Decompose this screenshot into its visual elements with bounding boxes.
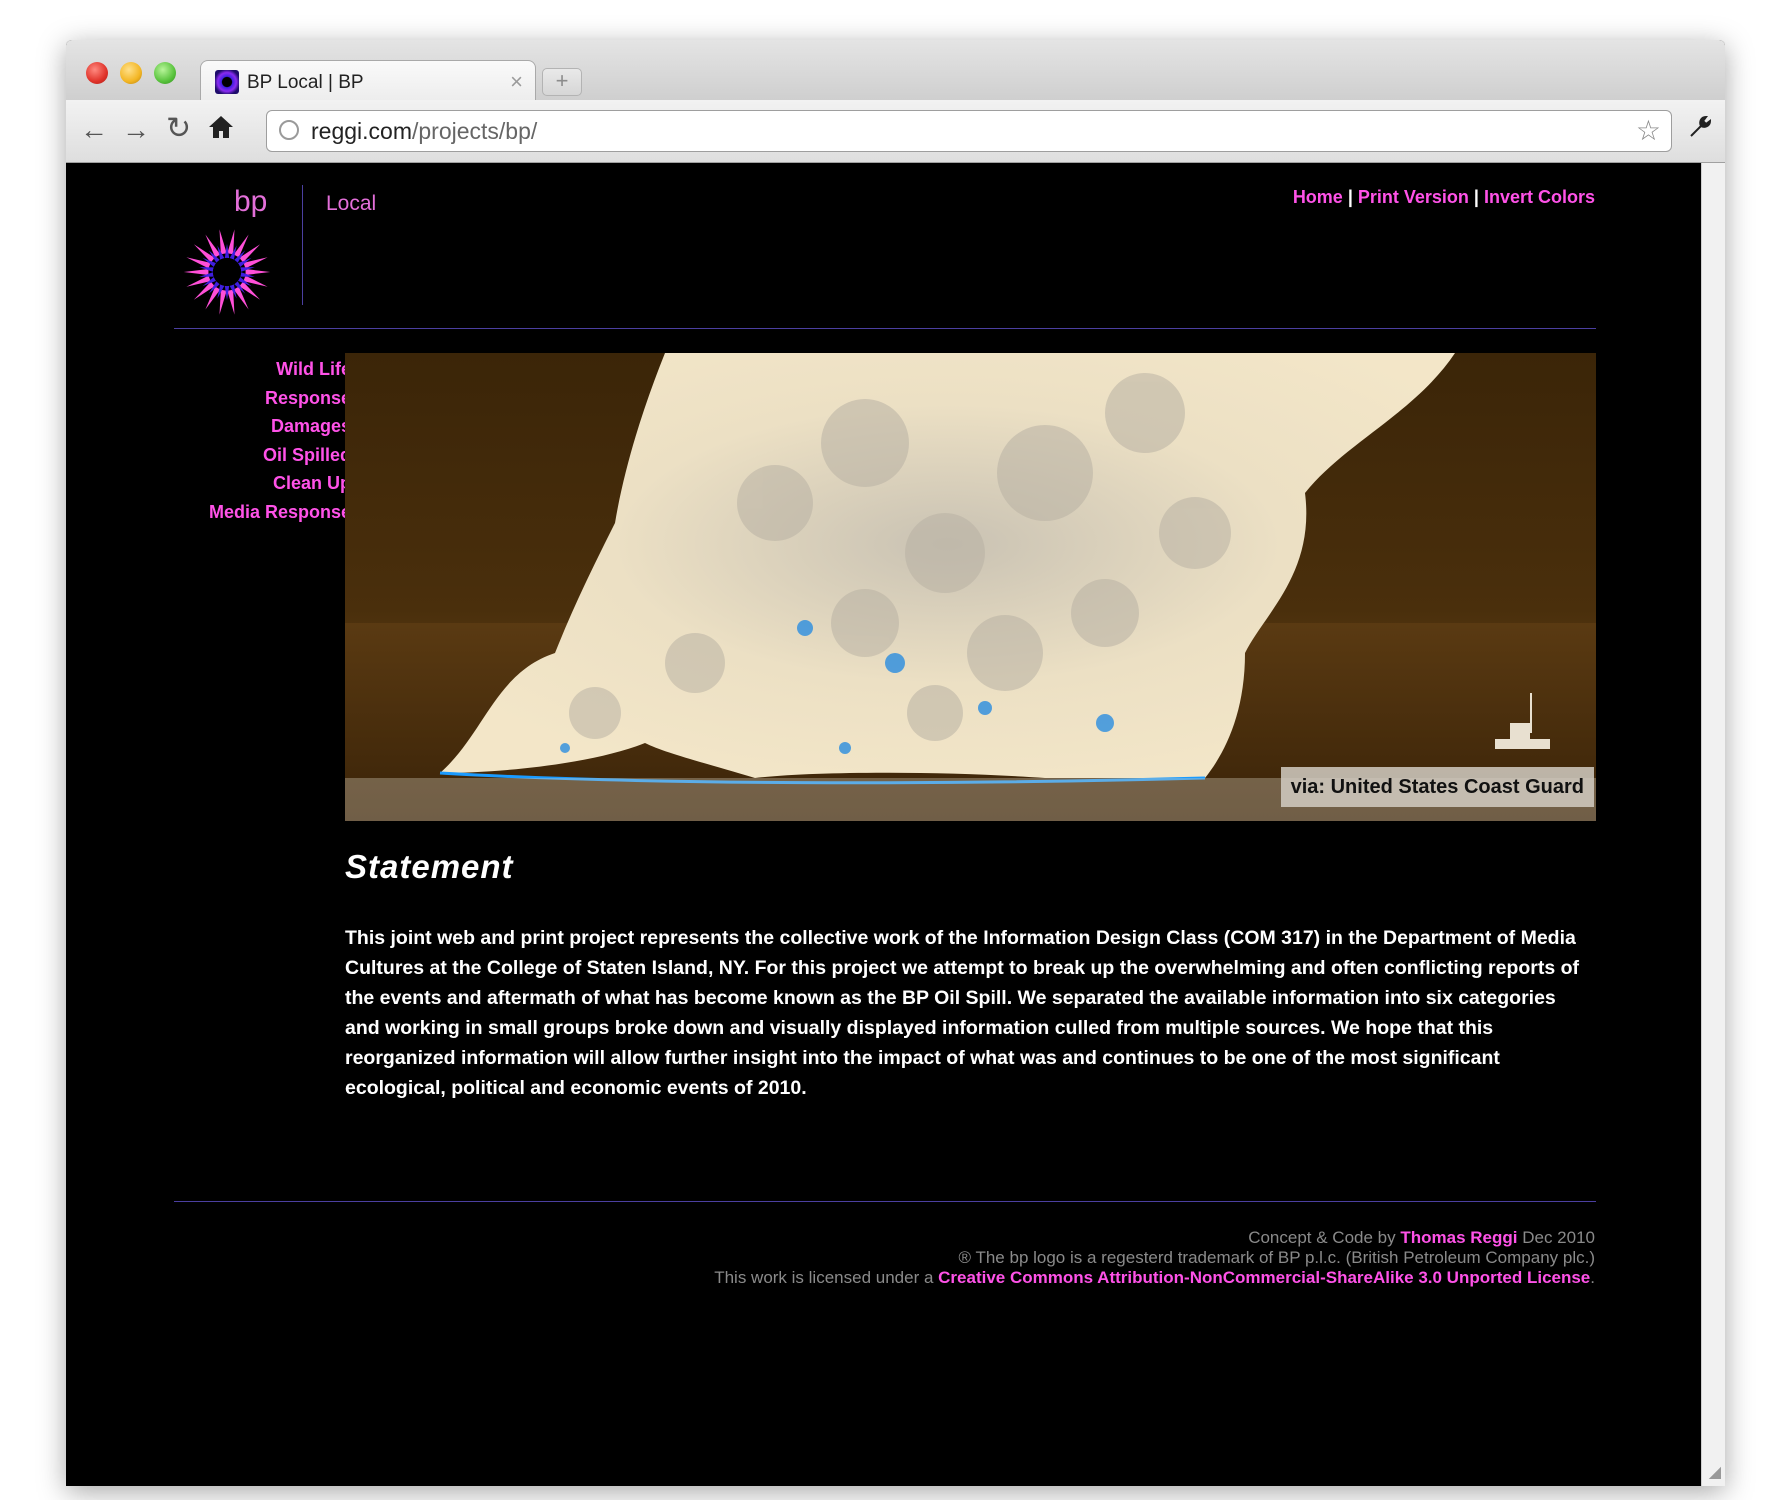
bookmark-star-icon[interactable]: ☆	[1636, 114, 1661, 147]
close-window-button[interactable]	[86, 62, 108, 84]
footer: Concept & Code by Thomas Reggi Dec 2010 …	[395, 1228, 1595, 1288]
logo-petal	[227, 289, 235, 315]
nav-separator: |	[1473, 187, 1479, 207]
logo-petal	[219, 289, 227, 315]
forward-arrow-icon[interactable]: →	[122, 114, 150, 146]
logo-petal	[243, 275, 268, 287]
wrench-icon[interactable]	[1687, 114, 1713, 147]
sidebar-item-clean-up[interactable]: Clean Up	[174, 469, 351, 498]
minimize-window-button[interactable]	[120, 62, 142, 84]
reload-icon[interactable]: ↻	[166, 111, 191, 146]
tab-close-icon[interactable]: ×	[510, 69, 523, 95]
license-prefix: This work is licensed under a	[714, 1268, 934, 1287]
sidebar-item-wild-life[interactable]: Wild Life	[174, 355, 351, 384]
license-link[interactable]: Creative Commons Attribution-NonCommerci…	[938, 1268, 1590, 1287]
bp-favicon-icon	[215, 70, 239, 94]
home-icon[interactable]	[208, 114, 234, 147]
section-label: Local	[326, 192, 377, 215]
logo-petal	[219, 229, 227, 255]
browser-tab[interactable]: BP Local | BP ×	[200, 60, 536, 103]
back-arrow-icon[interactable]: ←	[80, 114, 108, 146]
header-rule	[174, 328, 1596, 329]
sidebar-item-damages[interactable]: Damages	[174, 412, 351, 441]
invert-colors-link[interactable]: Invert Colors	[1484, 187, 1595, 207]
credit-suffix: Dec 2010	[1522, 1228, 1595, 1247]
top-navigation: Home | Print Version | Invert Colors	[1293, 187, 1595, 208]
logo-petal	[227, 229, 235, 255]
sidebar-item-oil-spilled[interactable]: Oil Spilled	[174, 441, 351, 470]
logo-petal	[243, 257, 268, 269]
address-bar[interactable]: reggi.com/projects/bp/ ☆	[266, 110, 1672, 152]
logo-petal	[183, 269, 209, 275]
credit-prefix: Concept & Code by	[1248, 1228, 1396, 1247]
license-line: This work is licensed under a Creative C…	[395, 1268, 1595, 1288]
hero-image: via: United States Coast Guard	[345, 353, 1596, 821]
hero-caption: via: United States Coast Guard	[1280, 767, 1594, 807]
footer-credit-line: Concept & Code by Thomas Reggi Dec 2010	[395, 1228, 1595, 1248]
bp-wordmark: bp	[234, 185, 268, 218]
statement-body: This joint web and print project represe…	[345, 927, 1580, 1099]
browser-toolbar: ← → ↻ reggi.com/projects/bp/ ☆	[66, 100, 1725, 163]
trademark-notice: ® The bp logo is a regesterd trademark o…	[958, 1248, 1595, 1267]
side-navigation: Wild Life Response Damages Oil Spilled C…	[174, 355, 351, 526]
license-suffix: .	[1590, 1268, 1595, 1287]
smoke-plume-illustration	[345, 353, 1596, 821]
resize-grip-icon[interactable]: ◢	[1709, 1462, 1721, 1482]
nav-separator: |	[1347, 187, 1353, 207]
title-bar: BP Local | BP × +	[66, 40, 1725, 103]
logo-petal	[186, 275, 211, 287]
footer-rule	[174, 1201, 1596, 1202]
author-link[interactable]: Thomas Reggi	[1400, 1228, 1517, 1247]
logo-petal	[186, 257, 211, 269]
vertical-scrollbar[interactable]: ◢	[1701, 163, 1725, 1486]
bp-helios-logo-icon	[183, 229, 271, 315]
zoom-window-button[interactable]	[154, 62, 176, 84]
statement-heading: Statement	[345, 848, 514, 885]
logo-divider	[302, 185, 303, 305]
sidebar-item-media-response[interactable]: Media Response	[174, 498, 351, 527]
new-tab-button[interactable]: +	[542, 68, 582, 96]
globe-icon	[279, 120, 299, 140]
page-viewport: bp Local Home | Print Version | Invert Color…	[66, 163, 1702, 1486]
home-link[interactable]: Home	[1293, 187, 1343, 207]
print-version-link[interactable]: Print Version	[1358, 187, 1469, 207]
browser-window: BP Local | BP × + ← → ↻ reggi.com/projec…	[66, 40, 1725, 1486]
logo-petal	[245, 269, 271, 275]
url-text[interactable]: reggi.com/projects/bp/	[311, 118, 537, 145]
tab-title: BP Local | BP	[247, 72, 364, 93]
sidebar-item-response[interactable]: Response	[174, 384, 351, 413]
